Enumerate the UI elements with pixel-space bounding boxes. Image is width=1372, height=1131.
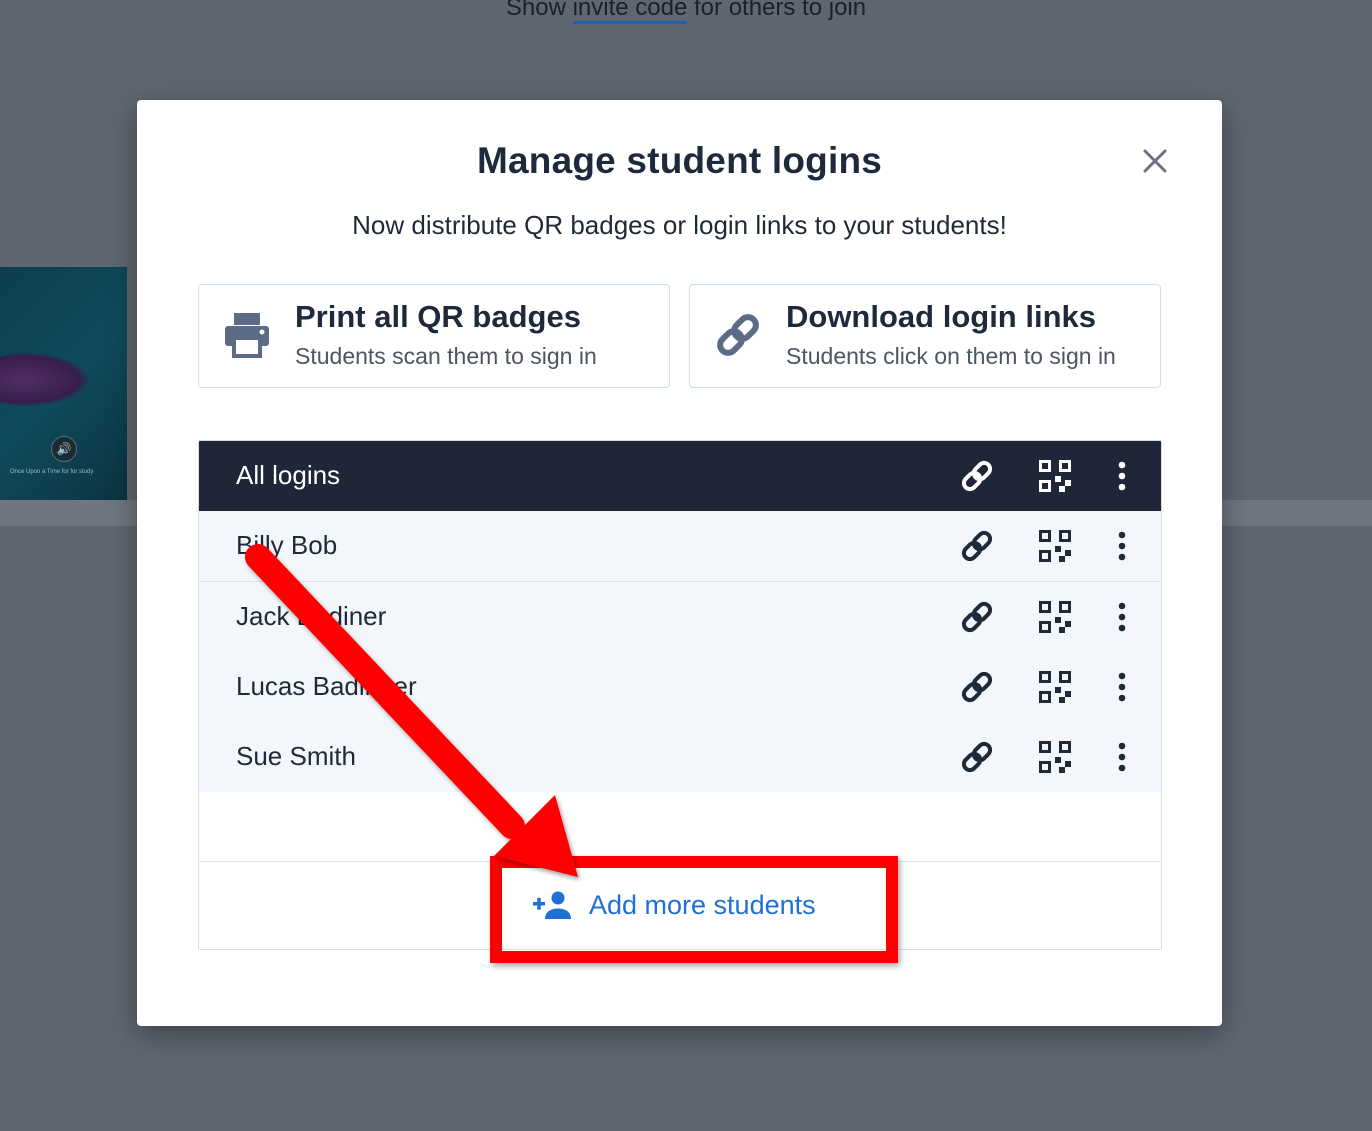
- invite-code-link[interactable]: invite code: [572, 0, 688, 24]
- invite-text-suffix: for others to join: [687, 0, 867, 21]
- thumbnail-artwork: [0, 352, 90, 407]
- link-icon[interactable]: [959, 739, 995, 775]
- qr-code-icon[interactable]: [1037, 599, 1073, 635]
- invite-text-prefix: Show: [505, 0, 573, 21]
- link-icon[interactable]: [959, 458, 995, 494]
- link-icon[interactable]: [959, 599, 995, 635]
- qr-code-icon[interactable]: [1037, 739, 1073, 775]
- more-options-icon[interactable]: [1104, 599, 1140, 635]
- qr-code-icon[interactable]: [1037, 458, 1073, 494]
- link-icon[interactable]: [959, 669, 995, 705]
- table-row: Billy Bob: [199, 511, 1161, 582]
- table-header-row: All logins: [199, 441, 1161, 511]
- modal-title: Manage student logins: [476, 140, 883, 181]
- download-card-subtitle: Students click on them to sign in: [786, 343, 1116, 369]
- print-card-subtitle: Students scan them to sign in: [295, 343, 597, 369]
- student-name: Sue Smith: [236, 741, 356, 771]
- more-options-icon[interactable]: [1104, 458, 1140, 494]
- student-name: Billy Bob: [236, 530, 338, 560]
- thumbnail-caption: Once Upon a Time for for study: [10, 469, 94, 475]
- print-qr-badges-button[interactable]: Print all QR badges Students scan them t…: [198, 284, 670, 388]
- more-options-icon[interactable]: [1104, 528, 1140, 564]
- download-card-title: Download login links: [786, 299, 1096, 334]
- print-card-title: Print all QR badges: [295, 299, 581, 334]
- speaker-icon: 🔊: [51, 436, 77, 462]
- empty-row: [199, 792, 1161, 862]
- download-login-links-button[interactable]: Download login links Students click on t…: [689, 284, 1161, 388]
- table-row: Sue Smith: [199, 722, 1161, 793]
- qr-code-icon[interactable]: [1037, 528, 1073, 564]
- invite-text: Show invite code for others to join: [0, 0, 1372, 24]
- student-name: Jack Bodiner: [236, 601, 387, 631]
- all-logins-label: All logins: [236, 460, 341, 490]
- modal-subtitle: Now distribute QR badges or login links …: [352, 210, 1007, 240]
- close-icon[interactable]: [1140, 146, 1170, 176]
- highlight-box: [490, 856, 898, 963]
- table-row: Jack Bodiner: [199, 582, 1161, 653]
- table-row: Lucas Badinger: [199, 652, 1161, 723]
- link-icon: [717, 314, 759, 356]
- link-icon[interactable]: [959, 528, 995, 564]
- more-options-icon[interactable]: [1104, 669, 1140, 705]
- activity-thumbnail[interactable]: 🔊 Once Upon a Time for for study: [0, 267, 127, 500]
- more-options-icon[interactable]: [1104, 739, 1140, 775]
- qr-code-icon[interactable]: [1037, 669, 1073, 705]
- student-name: Lucas Badinger: [236, 671, 417, 701]
- printer-icon: [225, 313, 269, 358]
